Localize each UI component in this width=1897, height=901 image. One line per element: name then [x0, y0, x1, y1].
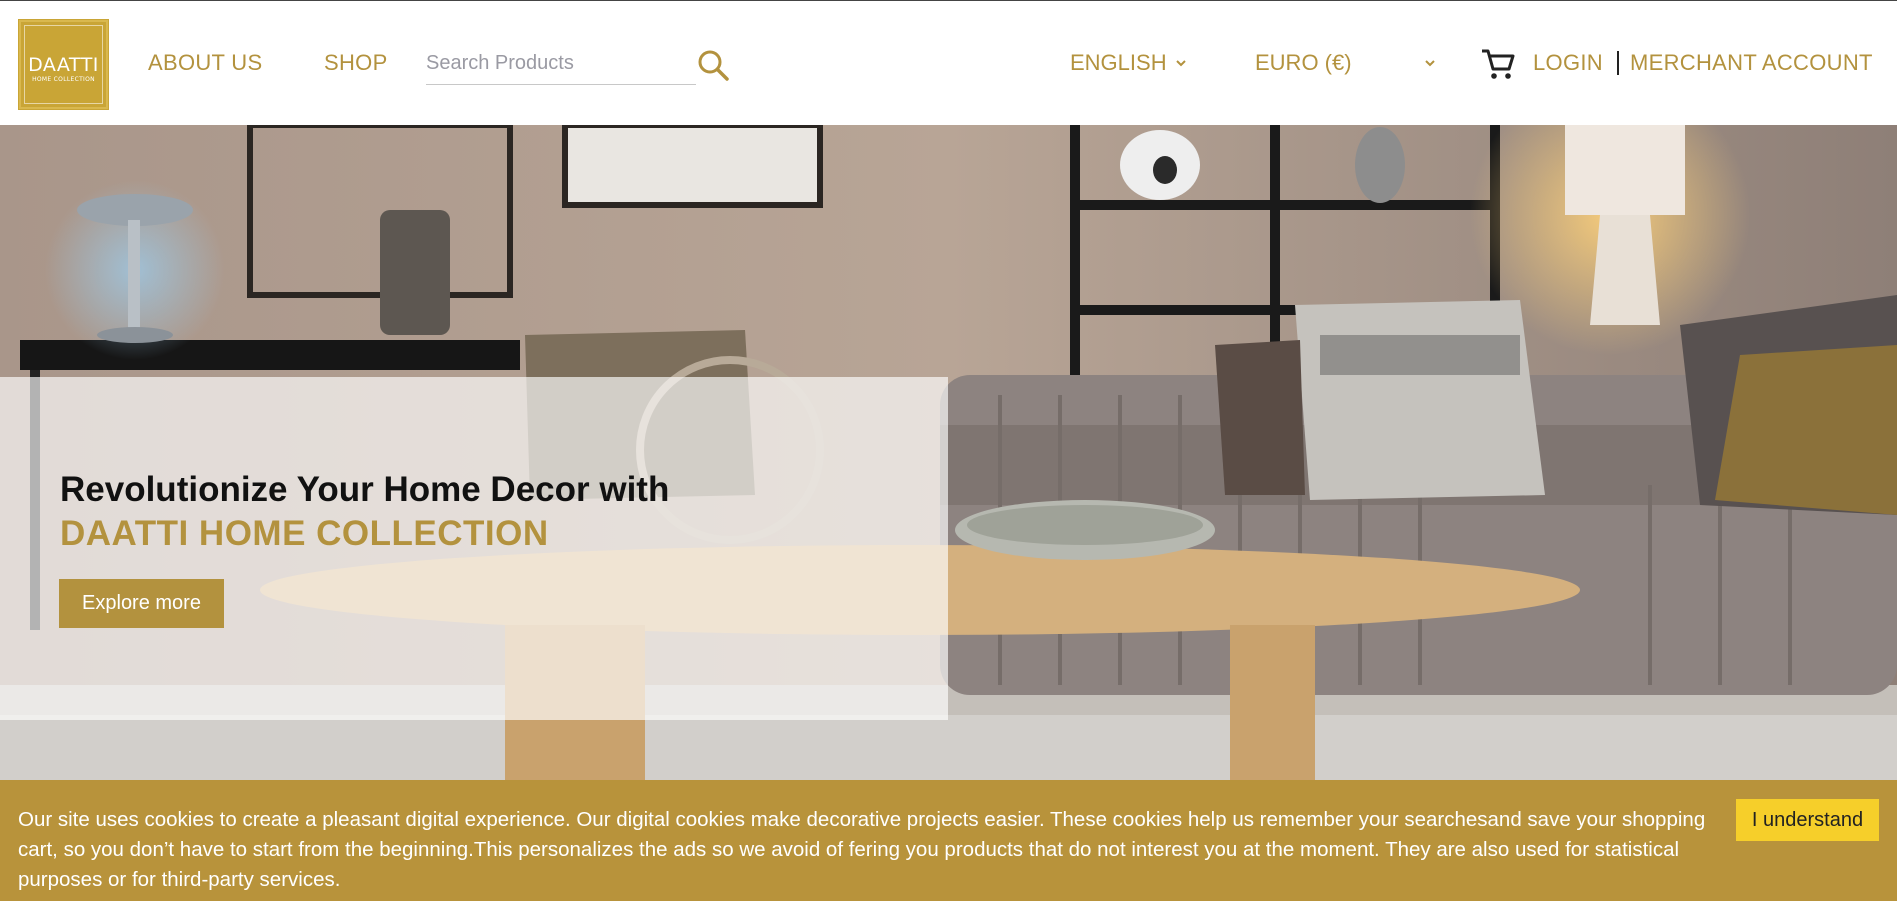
chevron-down-icon[interactable]	[1174, 56, 1188, 70]
hero-banner	[0, 125, 1897, 780]
accept-cookies-button[interactable]: I understand	[1736, 799, 1879, 841]
nav-shop[interactable]: SHOP	[324, 50, 388, 76]
merchant-account-link[interactable]: MERCHANT ACCOUNT	[1630, 50, 1873, 76]
language-selector[interactable]: ENGLISH	[1070, 50, 1167, 76]
site-header: DAATTI HOME COLLECTION ABOUT US SHOP ENG…	[0, 1, 1897, 125]
search-box	[426, 45, 696, 85]
search-input[interactable]	[426, 45, 696, 81]
header-divider	[1617, 51, 1619, 75]
search-icon[interactable]	[696, 48, 730, 82]
brand-logo[interactable]: DAATTI HOME COLLECTION	[18, 19, 109, 110]
hero-headline: Revolutionize Your Home Decor with	[60, 470, 670, 509]
explore-more-button[interactable]: Explore more	[59, 579, 224, 628]
login-link[interactable]: LOGIN	[1533, 50, 1603, 76]
hero-brand-headline: DAATTI HOME COLLECTION	[60, 514, 549, 553]
cookie-message: Our site uses cookies to create a pleasa…	[18, 808, 1706, 891]
chevron-down-icon[interactable]	[1423, 56, 1437, 70]
shopping-cart-icon[interactable]	[1480, 46, 1516, 82]
logo-subtitle: HOME COLLECTION	[32, 76, 95, 83]
logo-title: DAATTI	[28, 54, 99, 76]
currency-selector[interactable]: EURO (€)	[1255, 50, 1352, 76]
nav-about-us[interactable]: ABOUT US	[148, 50, 262, 76]
